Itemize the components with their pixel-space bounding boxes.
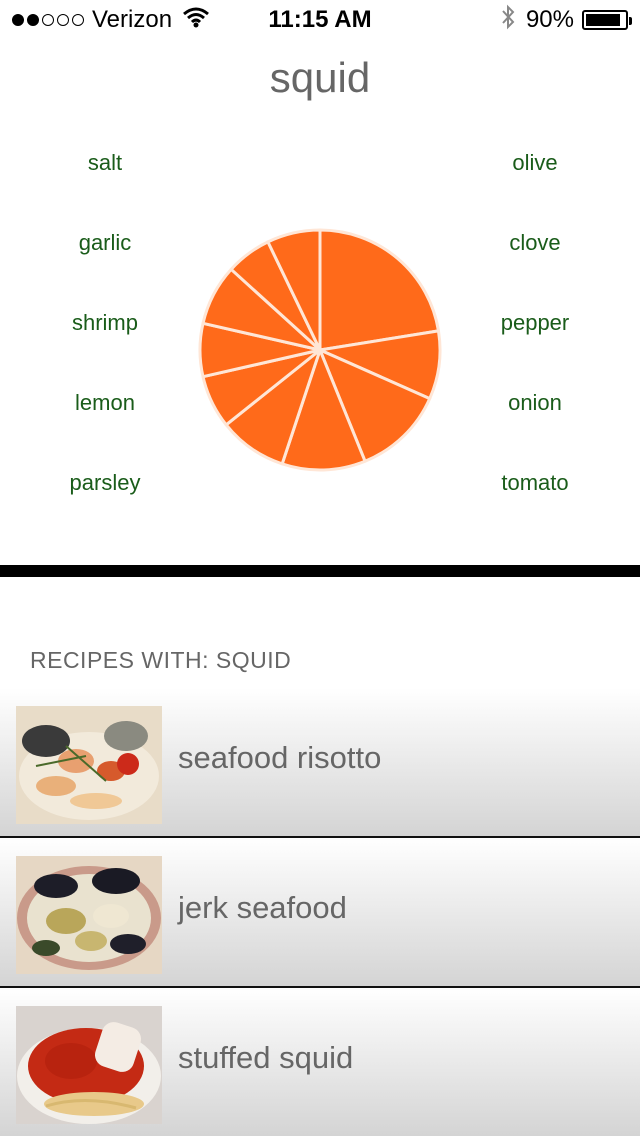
- recipe-row[interactable]: seafood risotto: [0, 688, 640, 838]
- recipe-list: seafood risotto jerk seafood stuffed squ…: [0, 688, 640, 1136]
- recipe-row[interactable]: stuffed squid: [0, 988, 640, 1136]
- ingredient-label-right[interactable]: tomato: [445, 470, 625, 496]
- stuffed-squid-photo: [16, 1006, 162, 1124]
- recipes-header: RECIPES WITH: SQUID: [30, 647, 292, 673]
- ingredient-label-left[interactable]: parsley: [15, 470, 195, 496]
- ingredient-label-right[interactable]: clove: [445, 230, 625, 256]
- ingredient-label-right[interactable]: olive: [445, 150, 625, 176]
- bluetooth-icon: [500, 4, 516, 37]
- ingredient-label-left[interactable]: lemon: [15, 390, 195, 416]
- jerk-seafood-photo: [16, 856, 162, 974]
- status-bar: Verizon 11:15 AM 90%: [0, 0, 640, 40]
- ingredient-label-left[interactable]: garlic: [15, 230, 195, 256]
- ingredient-label-left[interactable]: salt: [15, 150, 195, 176]
- battery-icon: [582, 10, 632, 30]
- ingredient-label-right[interactable]: onion: [445, 390, 625, 416]
- recipe-row[interactable]: jerk seafood: [0, 838, 640, 988]
- recipe-name: stuffed squid: [178, 1040, 354, 1075]
- battery-percent: 90%: [525, 6, 574, 33]
- recipe-name: seafood risotto: [178, 740, 382, 775]
- section-divider: [0, 565, 640, 577]
- page-title: squid: [269, 54, 371, 101]
- seafood-risotto-photo: [16, 706, 162, 824]
- ingredient-label-left[interactable]: shrimp: [15, 310, 195, 336]
- ingredient-pie-chart[interactable]: [195, 225, 445, 475]
- pie-slice[interactable]: [318, 228, 440, 352]
- ingredient-label-right[interactable]: pepper: [445, 310, 625, 336]
- status-right: 90%: [500, 4, 632, 37]
- recipe-name: jerk seafood: [178, 890, 347, 925]
